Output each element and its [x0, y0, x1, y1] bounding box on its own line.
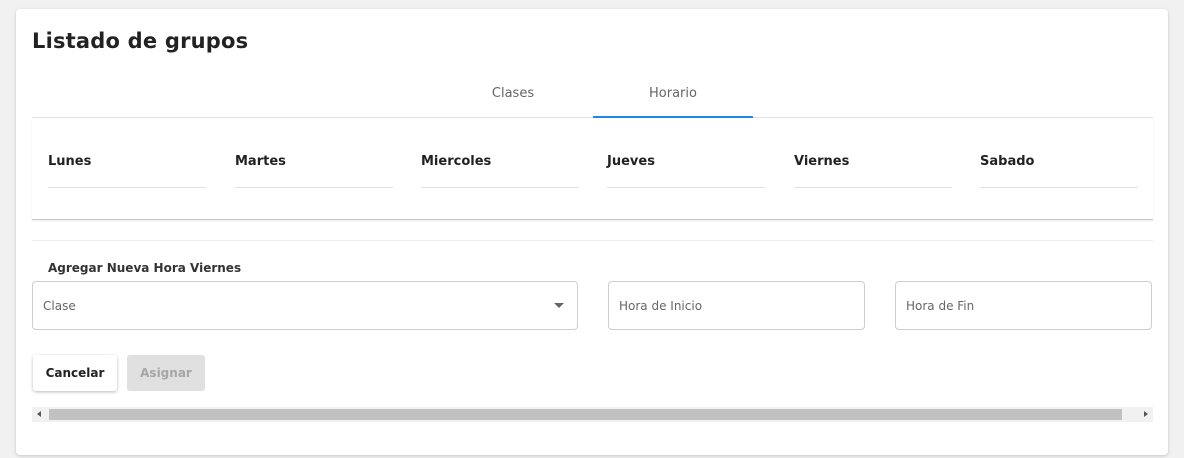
day-lunes[interactable]: Lunes: [48, 154, 206, 188]
tab-horario[interactable]: Horario: [593, 81, 753, 118]
day-martes[interactable]: Martes: [235, 154, 393, 188]
day-sabado[interactable]: Sabado: [980, 154, 1138, 188]
day-viernes[interactable]: Viernes: [794, 154, 952, 188]
scrollbar-thumb[interactable]: [49, 409, 1122, 420]
page-title: Listado de grupos: [32, 29, 249, 53]
section-divider: [32, 240, 1153, 241]
assign-button: Asignar: [127, 355, 205, 391]
tab-clases-label: Clases: [491, 86, 535, 101]
day-jueves[interactable]: Jueves: [607, 154, 765, 188]
hora-fin-placeholder: Hora de Fin: [906, 299, 975, 313]
tab-horario-label: Horario: [649, 86, 697, 101]
tab-bar: Clases Horario: [32, 81, 1153, 118]
hora-inicio-field[interactable]: Hora de Inicio: [608, 281, 865, 330]
chevron-down-icon: [554, 303, 564, 308]
horizontal-scrollbar[interactable]: [32, 407, 1153, 422]
scroll-right-arrow-icon[interactable]: [1144, 411, 1148, 417]
form-title: Agregar Nueva Hora Viernes: [48, 261, 242, 275]
day-miercoles[interactable]: Miercoles: [421, 154, 579, 188]
hora-fin-field[interactable]: Hora de Fin: [895, 281, 1152, 330]
tab-clases[interactable]: Clases: [433, 81, 593, 117]
hora-inicio-placeholder: Hora de Inicio: [619, 299, 703, 313]
day-label: Miercoles: [421, 154, 492, 169]
clase-select[interactable]: Clase: [32, 281, 578, 330]
scroll-left-arrow-icon[interactable]: [37, 411, 41, 417]
day-label: Lunes: [48, 154, 92, 169]
days-panel: Lunes Martes Miercoles Jueves Viernes Sa…: [32, 119, 1153, 220]
groups-card: Listado de grupos Clases Horario Lunes M…: [16, 9, 1168, 455]
day-label: Viernes: [794, 154, 850, 169]
day-label: Jueves: [607, 154, 655, 169]
cancel-button[interactable]: Cancelar: [33, 355, 117, 391]
clase-placeholder: Clase: [43, 299, 76, 313]
day-label: Martes: [235, 154, 286, 169]
day-label: Sabado: [980, 154, 1035, 169]
active-tab-indicator: [593, 116, 753, 118]
